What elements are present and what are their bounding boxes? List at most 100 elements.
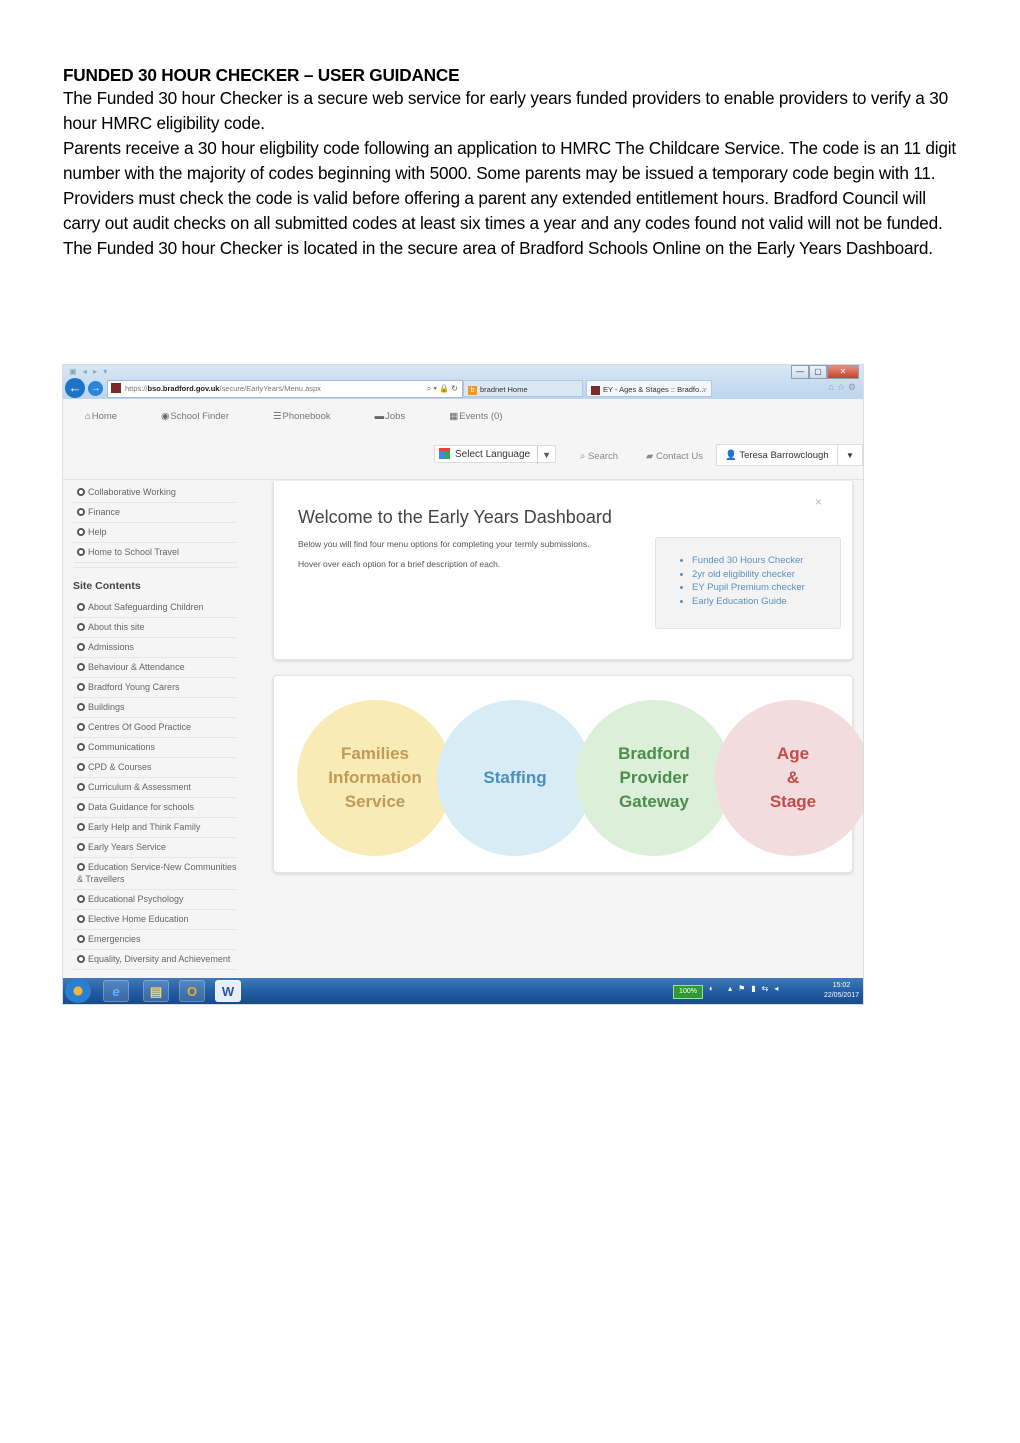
sidebar-item[interactable]: Communications (73, 738, 237, 758)
sidebar-item-label: Data Guidance for schools (88, 802, 195, 812)
volume-icon[interactable]: ◂ (774, 984, 784, 993)
google-translate-icon (439, 448, 450, 459)
sidebar-item[interactable]: Emergencies (73, 930, 237, 950)
tab-label: EY - Ages & Stages :: Bradfo... (603, 385, 706, 394)
sidebar-item[interactable]: Elective Home Education (73, 910, 237, 930)
url-prefix: https:// (125, 384, 148, 393)
close-button[interactable]: ✕ (827, 365, 859, 379)
sidebar-item-label: Collaborative Working (88, 487, 176, 497)
language-select[interactable]: Select Language ▼ (434, 445, 556, 464)
browser-screenshot: ▣ ◂ ▸ ▾ — ▢ ✕ ← → https://bso.bradford.g… (62, 364, 864, 1005)
sidebar-item[interactable]: Centres Of Good Practice (73, 718, 237, 738)
paragraph-intro: The Funded 30 hour Checker is a secure w… (63, 88, 948, 133)
sidebar-item[interactable]: Education Service-New Communities & Trav… (73, 858, 237, 890)
link-2yr-eligibility-checker[interactable]: 2yr old eligibility checker (692, 568, 840, 582)
sidebar-item[interactable]: Buildings (73, 698, 237, 718)
arrow-right-icon: → (90, 383, 101, 394)
sidebar-item[interactable]: Home to School Travel (73, 543, 237, 563)
welcome-description: Below you will find four menu options fo… (298, 539, 590, 549)
sidebar-item[interactable]: About this site (73, 618, 237, 638)
forward-button[interactable]: → (88, 381, 103, 396)
start-button-icon[interactable] (65, 979, 91, 1003)
sidebar-item[interactable]: Collaborative Working (73, 483, 237, 503)
sidebar-item[interactable]: CPD & Courses (73, 758, 237, 778)
power-icon[interactable]: ◐ (709, 984, 720, 993)
circle-arrow-icon (77, 528, 85, 536)
sidebar-item-label: Educational Psychology (88, 894, 184, 904)
close-tab-icon[interactable]: × (703, 381, 707, 398)
sidebar-item-label: Early Years Service (88, 842, 167, 852)
show-hidden-icon[interactable]: ▴ (728, 984, 738, 993)
sidebar-item[interactable]: Data Guidance for schools (73, 798, 237, 818)
circle-arrow-icon (77, 508, 85, 516)
flag-icon[interactable]: ⚑ (738, 984, 751, 993)
quick-access-toolbar: ▣ ◂ ▸ ▾ (69, 367, 110, 376)
device-icon[interactable]: ▮ (751, 984, 761, 993)
sidebar-item[interactable]: Educational Psychology (73, 890, 237, 910)
sidebar-item-label: Equality, Diversity and Achievement (88, 954, 231, 964)
briefcase-icon: ▬ (374, 411, 385, 422)
circle-arrow-icon (77, 763, 85, 771)
sidebar-item-label: About this site (88, 622, 145, 632)
contact-us-link[interactable]: ▰ Contact Us (646, 451, 703, 462)
sidebar-item[interactable]: Early Help and Think Family (73, 818, 237, 838)
internet-explorer-icon[interactable]: e (103, 980, 129, 1002)
gear-icon[interactable]: ⚙ (848, 382, 859, 392)
tab-ey-ages-stages[interactable]: EY - Ages & Stages :: Bradfo... × (586, 380, 712, 397)
search-icon[interactable]: ⌕ (427, 384, 431, 393)
minimize-button[interactable]: — (791, 365, 809, 379)
sidebar-item[interactable]: About Safeguarding Children (73, 598, 237, 618)
quick-links-box: Funded 30 Hours Checker 2yr old eligibil… (655, 537, 841, 629)
sidebar-item[interactable]: Bradford Young Carers (73, 678, 237, 698)
user-icon: 👤 (725, 450, 737, 461)
user-menu-button[interactable]: 👤 Teresa Barrowclough (716, 444, 838, 466)
address-bar[interactable]: https://bso.bradford.gov.uk/secure/Early… (107, 380, 463, 398)
sidebar-item[interactable]: Behaviour & Attendance (73, 658, 237, 678)
nav-events[interactable]: ▦Events (0) (449, 411, 524, 422)
file-explorer-icon[interactable]: ▤ (143, 980, 169, 1002)
sidebar-item[interactable]: Finance (73, 503, 237, 523)
nav-jobs[interactable]: ▬Jobs (375, 411, 428, 422)
refresh-icon[interactable]: ↻ (451, 384, 458, 393)
sidebar-item[interactable]: Early Years Service (73, 838, 237, 858)
maximize-button[interactable]: ▢ (809, 365, 827, 379)
word-icon[interactable]: W (215, 980, 241, 1002)
menu-families-information-service[interactable]: Families Information Service (297, 700, 453, 856)
network-icon[interactable]: ⇆ (762, 984, 775, 993)
site-contents-heading: Site Contents (73, 580, 141, 592)
circle-arrow-icon (77, 643, 85, 651)
nav-phonebook[interactable]: ☰Phonebook (273, 411, 353, 422)
home-icon[interactable]: ⌂ (828, 382, 836, 392)
search-label: Search (587, 451, 619, 462)
sidebar-item[interactable]: Equality, Diversity and Achievement (73, 950, 237, 970)
search-link[interactable]: ⌕ Search (580, 451, 618, 462)
menu-age-and-stage[interactable]: Age & Stage (715, 700, 863, 856)
browser-tools: ⌂☆⚙ (828, 382, 859, 393)
sidebar-item-label: Emergencies (88, 934, 141, 944)
tab-bradnet-home[interactable]: b bradnet Home (463, 380, 583, 397)
star-icon[interactable]: ☆ (837, 382, 848, 392)
link-early-education-guide[interactable]: Early Education Guide (692, 595, 840, 609)
close-icon[interactable]: × (815, 495, 822, 509)
back-button[interactable]: ← (65, 378, 85, 398)
nav-home[interactable]: ⌂Home (85, 411, 139, 422)
sidebar-item[interactable]: Admissions (73, 638, 237, 658)
link-ey-pupil-premium-checker[interactable]: EY Pupil Premium checker (692, 581, 840, 595)
link-funded-30-hours-checker[interactable]: Funded 30 Hours Checker (692, 554, 840, 568)
nav-label: Events (0) (459, 411, 503, 422)
system-clock[interactable]: 15:02 22/05/2017 (824, 981, 859, 1001)
user-dropdown-toggle[interactable]: ▼ (837, 444, 863, 466)
sidebar-item-label: About Safeguarding Children (88, 602, 204, 612)
menu-bradford-provider-gateway[interactable]: Bradford Provider Gateway (576, 700, 732, 856)
circle-arrow-icon (77, 683, 85, 691)
nav-school-finder[interactable]: ◉School Finder (161, 411, 251, 422)
outlook-icon[interactable]: O (179, 980, 205, 1002)
caret-down-icon: ▼ (846, 451, 854, 460)
list-icon: ☰ (273, 411, 282, 422)
contact-label: Contact Us (655, 451, 703, 462)
paragraph-audit: Providers must check the code is valid b… (63, 188, 943, 233)
menu-staffing[interactable]: Staffing (437, 700, 593, 856)
sidebar-item[interactable]: Curriculum & Assessment (73, 778, 237, 798)
sidebar-item[interactable]: Help (73, 523, 237, 543)
sidebar-item-label: Communications (88, 742, 156, 752)
